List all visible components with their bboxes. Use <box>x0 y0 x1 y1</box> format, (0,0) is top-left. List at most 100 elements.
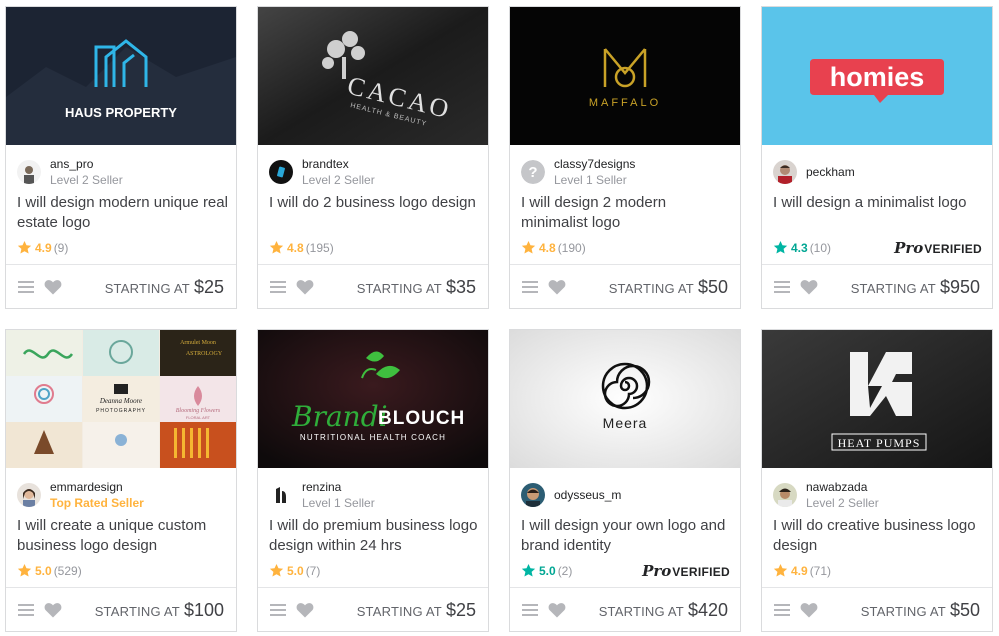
heart-icon[interactable] <box>296 279 314 295</box>
heart-icon[interactable] <box>44 602 62 618</box>
menu-icon[interactable] <box>774 280 790 294</box>
price-amount: $950 <box>939 277 980 297</box>
menu-icon[interactable] <box>522 280 538 294</box>
avatar[interactable] <box>773 160 797 184</box>
gig-thumbnail[interactable]: Meera <box>510 330 740 468</box>
gig-card[interactable]: Meera odysseus_m I will design your own … <box>509 329 741 632</box>
gig-thumbnail[interactable]: MAFFALO <box>510 7 740 145</box>
gig-title[interactable]: I will design modern unique real estate … <box>17 193 229 233</box>
rating: 4.9 (9) <box>17 239 68 257</box>
gig-title[interactable]: I will do 2 business logo design <box>269 193 481 213</box>
heart-icon[interactable] <box>44 279 62 295</box>
seller-level: Top Rated Seller <box>50 496 144 510</box>
pro-verified-badge: ProVERIFIED <box>642 563 730 579</box>
thumbnail-label: ASTROLOGY <box>186 351 223 357</box>
seller-name[interactable]: renzina <box>302 480 341 494</box>
rating-score: 5.0 <box>539 564 556 578</box>
seller-name[interactable]: nawabzada <box>806 480 867 494</box>
rating-score: 5.0 <box>287 564 304 578</box>
star-icon <box>773 240 788 254</box>
seller-name[interactable]: peckham <box>806 165 855 179</box>
price[interactable]: STARTING AT $950 <box>851 275 980 299</box>
thumbnail-text: HAUS PROPERTY <box>65 105 177 120</box>
price[interactable]: STARTING AT $420 <box>599 598 728 622</box>
seller-info: brandtex Level 2 Seller <box>269 157 481 189</box>
gig-card[interactable]: HAUS PROPERTY ans_pro Level 2 Seller I w… <box>5 6 237 309</box>
seller-level: Level 1 Seller <box>302 496 375 510</box>
price-amount: $25 <box>193 277 224 297</box>
seller-name[interactable]: emmardesign <box>50 480 123 494</box>
price[interactable]: STARTING AT $35 <box>357 275 476 299</box>
seller-level: Level 2 Seller <box>806 496 879 510</box>
avatar[interactable] <box>521 483 545 507</box>
gig-card[interactable]: Brandi BLOUCH NUTRITIONAL HEALTH COACH r… <box>257 329 489 632</box>
price[interactable]: STARTING AT $100 <box>95 598 224 622</box>
rating: 4.9 (71) <box>773 562 831 580</box>
heart-icon[interactable] <box>548 602 566 618</box>
menu-icon[interactable] <box>522 603 538 617</box>
pro-verified-badge: ProVERIFIED <box>894 240 982 256</box>
gig-thumbnail[interactable]: Brandi BLOUCH NUTRITIONAL HEALTH COACH <box>258 330 488 468</box>
rating-count: (71) <box>809 564 832 578</box>
price[interactable]: STARTING AT $50 <box>861 598 980 622</box>
seller-name[interactable]: classy7designs <box>554 157 635 171</box>
gig-card[interactable]: HEAT PUMPS nawabzada Level 2 Seller I wi… <box>761 329 993 632</box>
rating-count: (529) <box>53 564 82 578</box>
heart-icon[interactable] <box>800 279 818 295</box>
gig-thumbnail[interactable]: CACAO HEALTH & BEAUTY <box>258 7 488 145</box>
avatar[interactable] <box>17 160 41 184</box>
gig-title[interactable]: I will design 2 modern minimalist logo <box>521 193 733 233</box>
heart-icon[interactable] <box>548 279 566 295</box>
rating-count: (190) <box>557 241 586 255</box>
price[interactable]: STARTING AT $25 <box>105 275 224 299</box>
seller-info: ? classy7designs Level 1 Seller <box>521 157 733 189</box>
seller-name[interactable]: odysseus_m <box>554 488 621 502</box>
card-footer: STARTING AT $950 <box>762 264 992 308</box>
avatar[interactable] <box>269 160 293 184</box>
gig-card[interactable]: MAFFALO ? classy7designs Level 1 Seller … <box>509 6 741 309</box>
price-label: STARTING AT <box>356 604 442 619</box>
gig-thumbnail[interactable]: homies <box>762 7 992 145</box>
gig-title[interactable]: I will design a minimalist logo <box>773 193 985 213</box>
gig-thumbnail[interactable]: HAUS PROPERTY <box>6 7 236 145</box>
price-amount: $35 <box>445 277 476 297</box>
gig-card[interactable]: Armulet Moon ASTROLOGY Deanna Moore PHOT… <box>5 329 237 632</box>
star-icon <box>773 563 788 577</box>
avatar[interactable] <box>773 483 797 507</box>
price[interactable]: STARTING AT $25 <box>357 598 476 622</box>
pro-label: VERIFIED <box>672 565 730 579</box>
gig-card[interactable]: CACAO HEALTH & BEAUTY brandtex Level 2 S… <box>257 6 489 309</box>
avatar[interactable] <box>17 483 41 507</box>
rating: 5.0 (2) <box>521 562 572 580</box>
gig-title[interactable]: I will do creative business logo design <box>773 516 985 556</box>
card-footer: STARTING AT $35 <box>258 264 488 308</box>
menu-icon[interactable] <box>18 603 34 617</box>
gig-title[interactable]: I will do premium business logo design w… <box>269 516 481 556</box>
thumbnail-text: Meera <box>603 415 648 431</box>
rating: 5.0 (7) <box>269 562 320 580</box>
menu-icon[interactable] <box>18 280 34 294</box>
menu-icon[interactable] <box>774 603 790 617</box>
seller-level: Level 2 Seller <box>302 173 375 187</box>
seller-name[interactable]: ans_pro <box>50 157 93 171</box>
gig-title[interactable]: I will design your own logo and brand id… <box>521 516 733 556</box>
menu-icon[interactable] <box>270 603 286 617</box>
thumbnail-text: Brandi <box>291 400 388 433</box>
gig-card[interactable]: homies peckham I will design a minimalis… <box>761 6 993 309</box>
thumbnail-label: Armulet Moon <box>180 340 216 346</box>
avatar[interactable]: ? <box>521 160 545 184</box>
gig-title[interactable]: I will create a unique custom business l… <box>17 516 229 556</box>
price[interactable]: STARTING AT $50 <box>609 275 728 299</box>
svg-text:?: ? <box>528 164 537 181</box>
card-footer: STARTING AT $50 <box>510 264 740 308</box>
thumbnail-text-2: BLOUCH <box>378 408 465 429</box>
gig-thumbnail[interactable]: Armulet Moon ASTROLOGY Deanna Moore PHOT… <box>6 330 236 468</box>
avatar[interactable] <box>269 483 293 507</box>
menu-icon[interactable] <box>270 280 286 294</box>
card-footer: STARTING AT $420 <box>510 587 740 631</box>
heart-icon[interactable] <box>800 602 818 618</box>
gig-thumbnail[interactable]: HEAT PUMPS <box>762 330 992 468</box>
rating: 5.0 (529) <box>17 562 82 580</box>
seller-name[interactable]: brandtex <box>302 157 349 171</box>
heart-icon[interactable] <box>296 602 314 618</box>
